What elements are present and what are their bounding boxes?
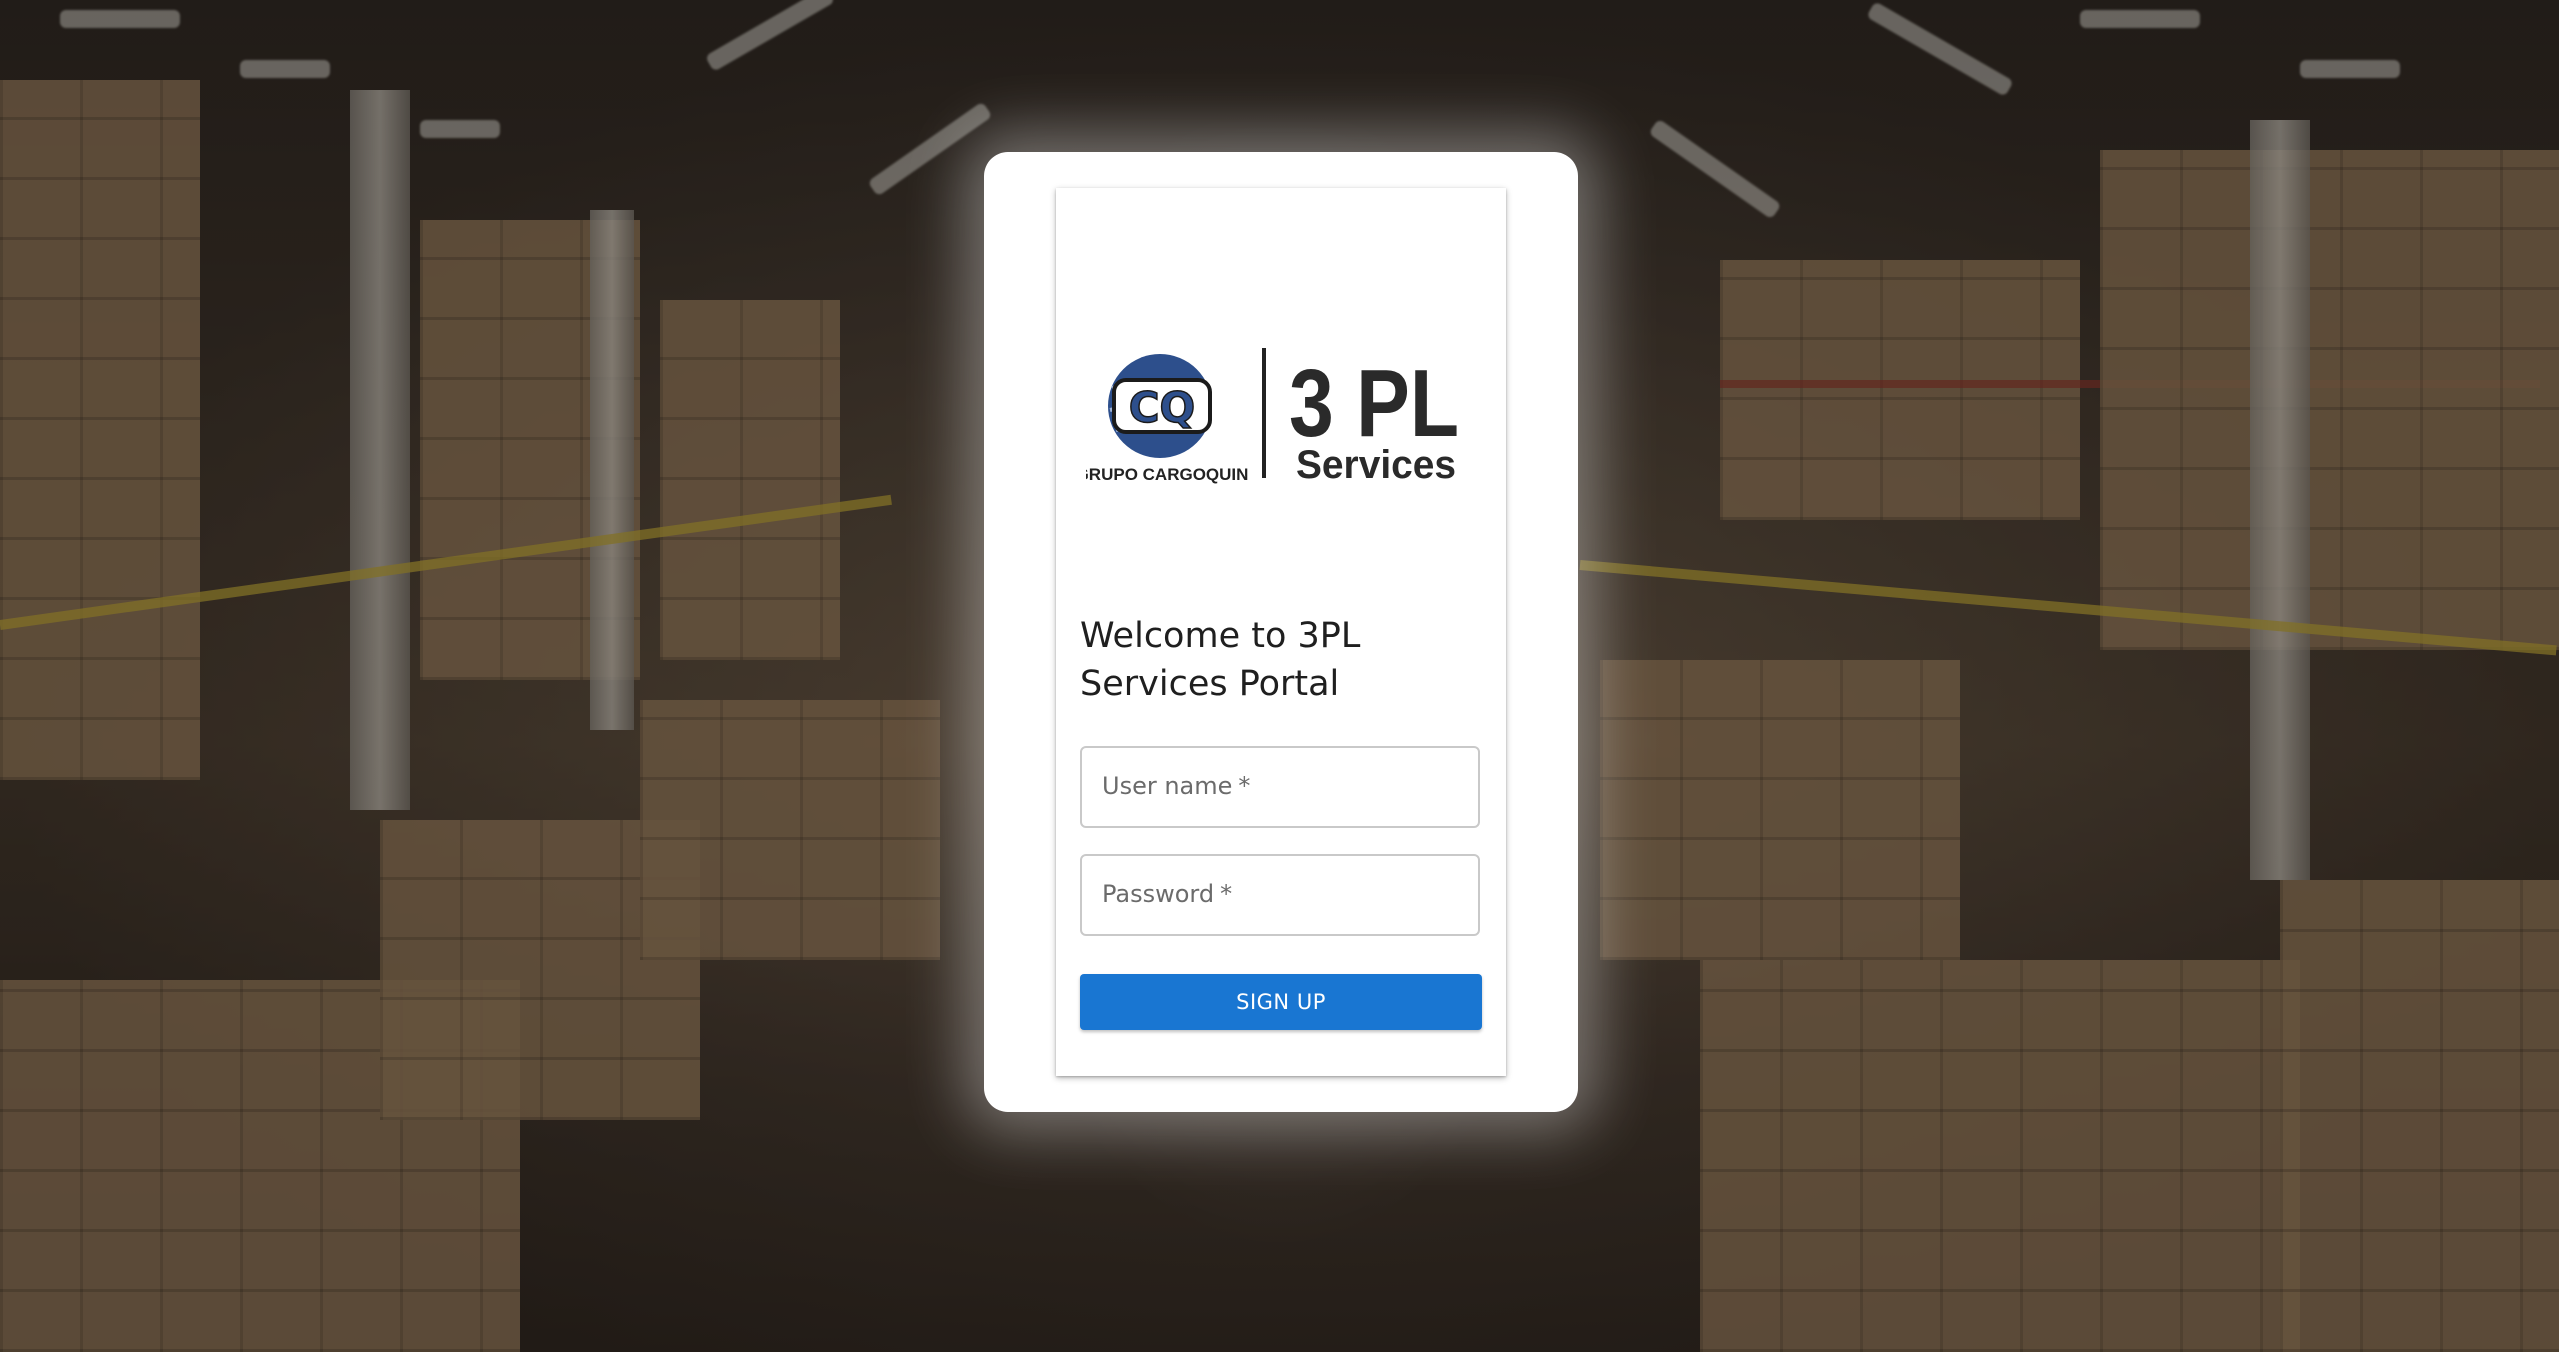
username-field[interactable]: User name *	[1080, 746, 1482, 828]
company-name: GRUPO CARGOQUIN	[1086, 465, 1248, 484]
product-name-top: 3 PL	[1289, 350, 1459, 457]
globe-emblem-icon: CQ	[1108, 354, 1212, 458]
svg-text:CQ: CQ	[1129, 383, 1196, 432]
password-field[interactable]: Password *	[1080, 854, 1482, 936]
password-input[interactable]	[1082, 856, 1482, 936]
logo-divider	[1262, 348, 1266, 478]
login-panel: CQ GRUPO CARGOQUIN 3 PL Services Welcome…	[984, 152, 1578, 1112]
login-card: CQ GRUPO CARGOQUIN 3 PL Services Welcome…	[1056, 188, 1506, 1076]
company-logo: CQ GRUPO CARGOQUIN 3 PL Services	[1086, 348, 1459, 487]
product-name-bottom: Services	[1296, 443, 1456, 487]
welcome-heading: Welcome to 3PL Services Portal	[1080, 616, 1361, 704]
username-input[interactable]	[1082, 748, 1482, 828]
sign-up-button[interactable]: SIGN UP	[1080, 974, 1482, 1030]
